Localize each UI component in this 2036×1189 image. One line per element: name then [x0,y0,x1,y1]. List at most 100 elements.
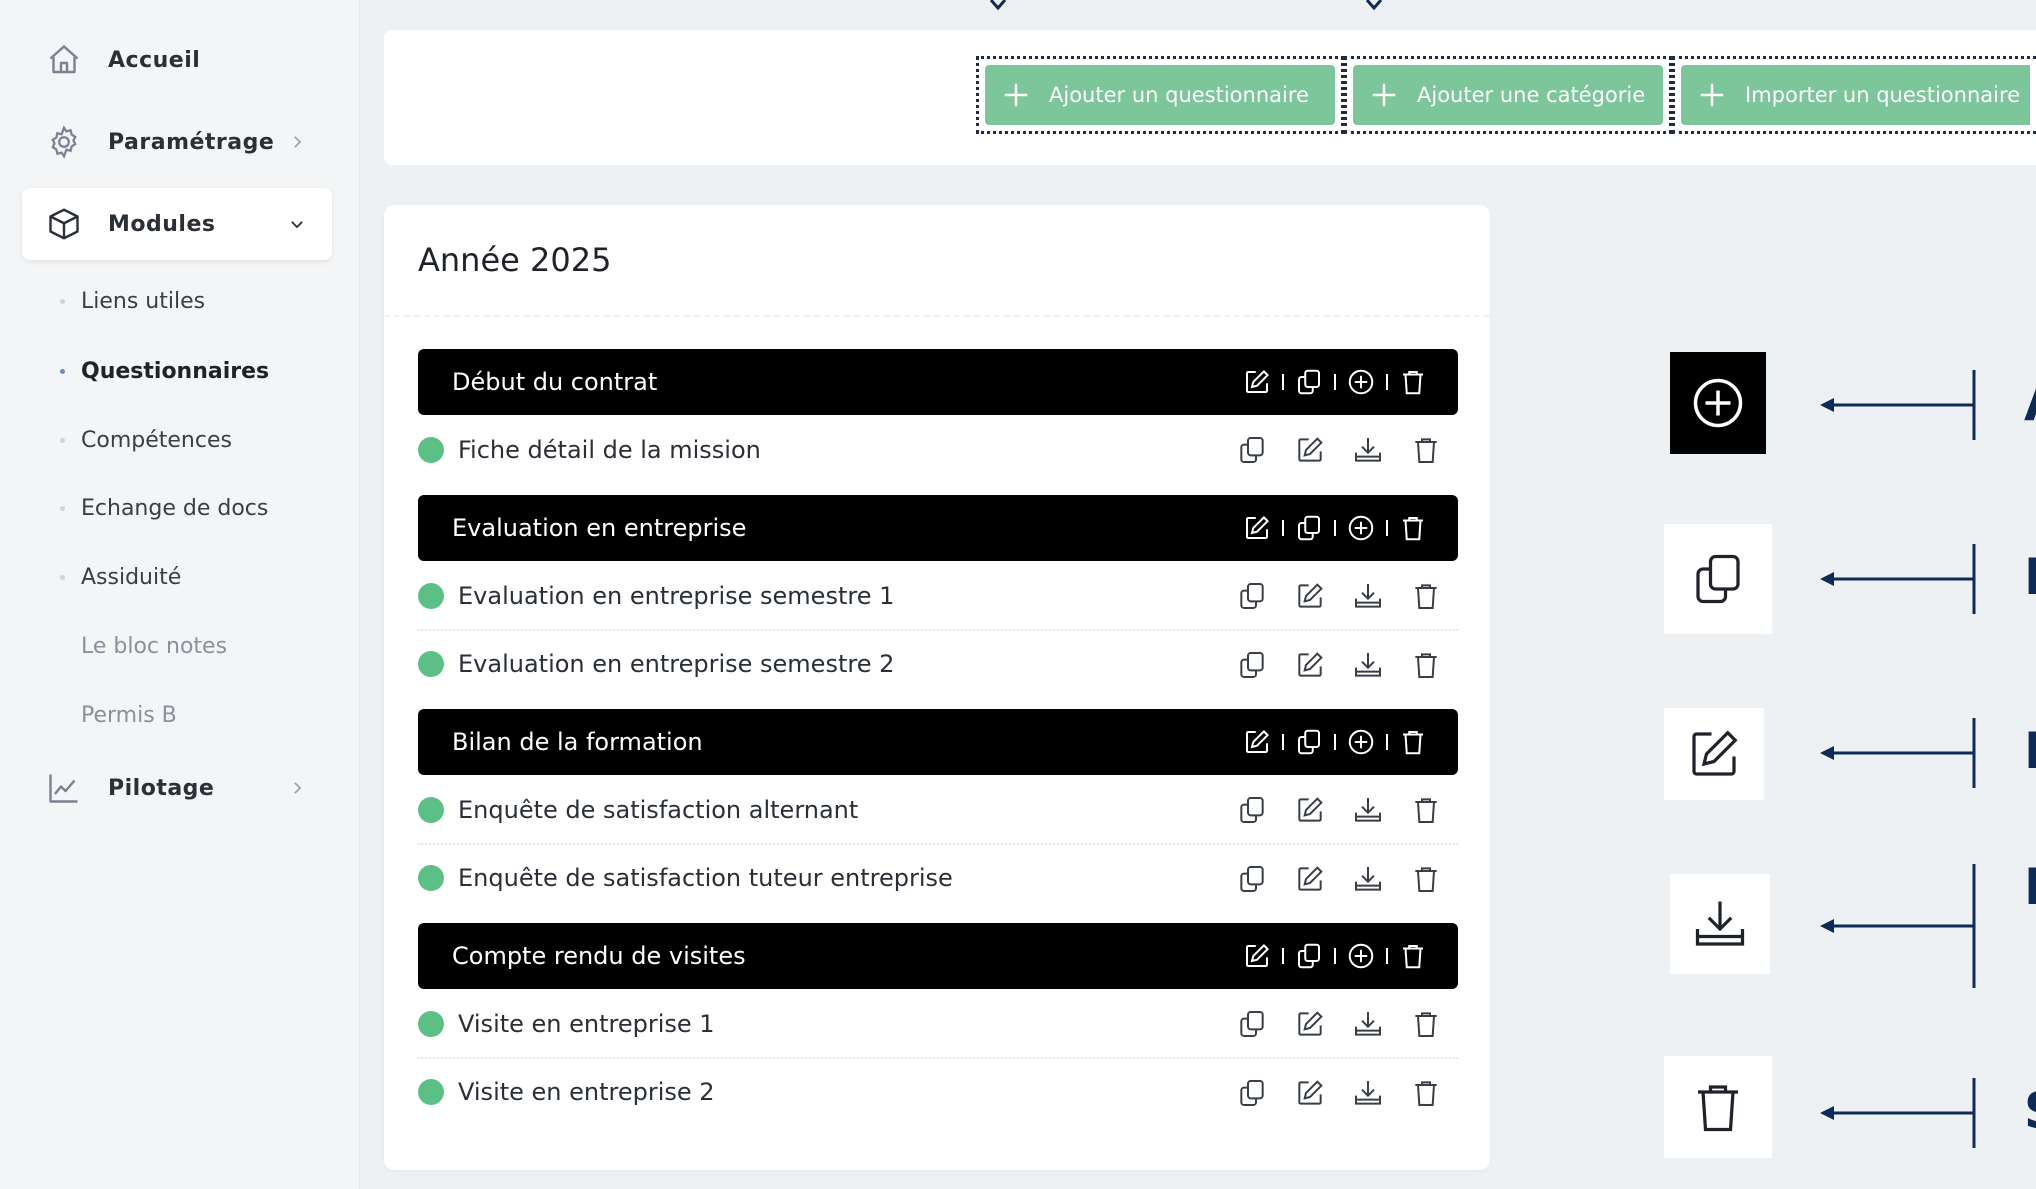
questionnaire-actions [1236,845,1442,913]
questionnaire-row[interactable]: Evaluation en entreprise semestre 1 [418,562,1458,630]
card-title: Année 2025 [418,241,612,279]
trash-icon[interactable] [1410,1008,1442,1040]
edit-icon[interactable] [1242,367,1272,397]
copy-icon[interactable] [1294,727,1324,757]
edit-icon[interactable] [1242,727,1272,757]
sidebar-subitem-assiduite[interactable]: Assiduité [60,557,181,597]
separator [1334,520,1336,536]
questionnaire-row[interactable]: Enquête de satisfaction tuteur entrepris… [418,843,1458,911]
plus-circle-icon[interactable] [1346,727,1376,757]
copy-icon[interactable] [1236,863,1268,895]
bullet-dot [60,644,65,649]
download-icon[interactable] [1352,1077,1384,1109]
sidebar-item-pilotage[interactable]: Pilotage [22,752,332,824]
trash-icon[interactable] [1410,580,1442,612]
trash-icon[interactable] [1410,649,1442,681]
download-icon[interactable] [1352,794,1384,826]
copy-icon[interactable] [1236,580,1268,612]
status-dot [418,1079,444,1105]
arrow-left-icon [1820,1078,1976,1148]
copy-icon[interactable] [1236,1008,1268,1040]
trash-icon[interactable] [1410,434,1442,466]
status-dot [418,1011,444,1037]
edit-icon[interactable] [1242,941,1272,971]
chevron-right-icon [288,133,306,151]
sidebar-item-accueil[interactable]: Accueil [22,24,332,96]
button-label: Importer un questionnaire [1745,83,2021,107]
arrow-down-icon [989,0,1007,10]
questionnaire-row[interactable]: Visite en entreprise 2 [418,1057,1458,1125]
questionnaire-row[interactable]: Enquête de satisfaction alternant [418,776,1458,844]
questionnaire-label: Enquête de satisfaction tuteur entrepris… [458,864,953,892]
edit-icon[interactable] [1294,434,1326,466]
separator [1334,948,1336,964]
edit-icon[interactable] [1294,580,1326,612]
arrow-left-icon [1820,718,1976,788]
questionnaire-row[interactable]: Evaluation en entreprise semestre 2 [418,629,1458,697]
legend-label: S [2024,1082,2036,1140]
sidebar-item-label: Accueil [108,47,201,73]
trash-icon[interactable] [1398,727,1428,757]
trash-icon[interactable] [1398,367,1428,397]
separator [1386,374,1388,390]
separator [1386,734,1388,750]
copy-icon[interactable] [1236,649,1268,681]
sidebar-item-modules[interactable]: Modules [22,188,332,260]
sidebar-subitem-liens-utiles[interactable]: Liens utiles [60,281,205,321]
category-label: Bilan de la formation [452,728,703,756]
download-icon[interactable] [1352,649,1384,681]
download-icon[interactable] [1352,434,1384,466]
separator [1282,734,1284,750]
download-icon[interactable] [1352,580,1384,612]
trash-icon[interactable] [1410,794,1442,826]
edit-icon[interactable] [1294,649,1326,681]
sidebar-subitem-permis-b[interactable]: Permis B [60,695,177,735]
edit-icon[interactable] [1294,1008,1326,1040]
sidebar-subitem-bloc-notes[interactable]: Le bloc notes [60,626,227,666]
questionnaire-card: Année 2025 Début du contrat Fiche détail… [384,205,1490,1170]
sidebar-item-parametrage[interactable]: Paramétrage [22,106,332,178]
questionnaire-row[interactable]: Fiche détail de la mission [418,416,1458,484]
copy-icon[interactable] [1294,367,1324,397]
arrow-left-icon [1820,864,1976,988]
copy-icon[interactable] [1294,513,1324,543]
sidebar-subitem-questionnaires[interactable]: Questionnaires [60,351,269,391]
sidebar-subitem-echange-de-docs[interactable]: Echange de docs [60,488,268,528]
copy-icon[interactable] [1236,794,1268,826]
questionnaire-actions [1236,631,1442,699]
download-icon[interactable] [1352,863,1384,895]
plus-circle-icon[interactable] [1346,513,1376,543]
status-dot [418,583,444,609]
edit-icon[interactable] [1294,1077,1326,1109]
plus-circle-icon[interactable] [1346,941,1376,971]
questionnaire-actions [1236,416,1442,484]
add-category-highlight: Ajouter une catégorie [1344,56,1672,134]
separator [1334,734,1336,750]
copy-icon[interactable] [1236,1077,1268,1109]
trash-icon[interactable] [1398,513,1428,543]
sidebar-subitem-label: Echange de docs [81,495,269,521]
status-dot [418,437,444,463]
category-actions [1242,923,1428,989]
download-icon[interactable] [1352,1008,1384,1040]
questionnaire-label: Evaluation en entreprise semestre 1 [458,582,895,610]
category-bar: Bilan de la formation [418,709,1458,775]
sidebar-subitem-competences[interactable]: Compétences [60,420,232,460]
edit-icon[interactable] [1294,863,1326,895]
copy-icon[interactable] [1294,941,1324,971]
legend-label: D [2024,548,2036,606]
copy-icon[interactable] [1236,434,1268,466]
category-bar: Evaluation en entreprise [418,495,1458,561]
trash-icon[interactable] [1398,941,1428,971]
trash-icon[interactable] [1410,1077,1442,1109]
add-category-button[interactable]: Ajouter une catégorie [1353,65,1663,125]
bullet-dot [60,298,65,304]
import-questionnaire-button[interactable]: Importer un questionnaire [1681,65,2030,125]
plus-circle-icon[interactable] [1346,367,1376,397]
add-questionnaire-button[interactable]: Ajouter un questionnaire [985,65,1335,125]
questionnaire-row[interactable]: Visite en entreprise 1 [418,990,1458,1058]
edit-icon[interactable] [1242,513,1272,543]
trash-icon[interactable] [1410,863,1442,895]
category-bar: Compte rendu de visites [418,923,1458,989]
edit-icon[interactable] [1294,794,1326,826]
